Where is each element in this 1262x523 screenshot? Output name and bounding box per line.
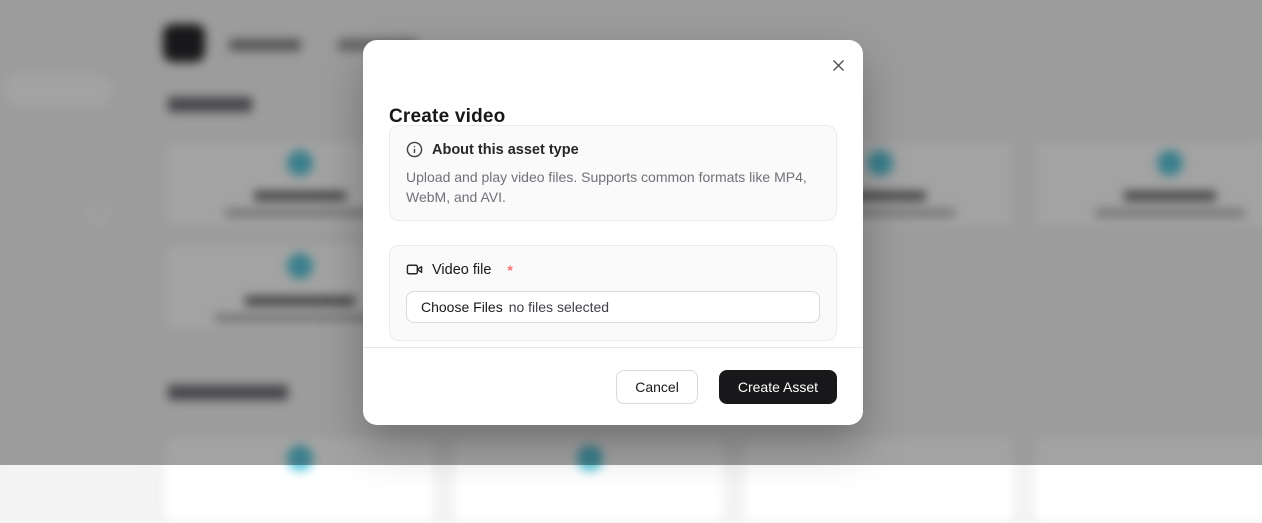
choose-files-button[interactable]: Choose Files (421, 299, 503, 315)
create-video-dialog: Create video About this asset type Uploa… (363, 40, 863, 425)
dialog-footer: Cancel Create Asset (363, 347, 863, 425)
video-file-field: Video file * Choose Files no files selec… (389, 245, 837, 341)
close-button[interactable] (825, 52, 851, 78)
create-asset-button[interactable]: Create Asset (719, 370, 837, 404)
required-marker: * (507, 262, 512, 278)
cancel-button[interactable]: Cancel (616, 370, 698, 404)
close-icon (831, 58, 846, 73)
about-asset-type-box: About this asset type Upload and play vi… (389, 125, 837, 221)
video-file-label: Video file (432, 262, 491, 278)
video-camera-icon (406, 261, 423, 278)
info-icon (406, 141, 423, 158)
video-file-input[interactable]: Choose Files no files selected (406, 291, 820, 323)
about-description: Upload and play video files. Supports co… (406, 167, 820, 207)
about-title: About this asset type (432, 142, 579, 158)
file-input-status: no files selected (509, 299, 609, 315)
